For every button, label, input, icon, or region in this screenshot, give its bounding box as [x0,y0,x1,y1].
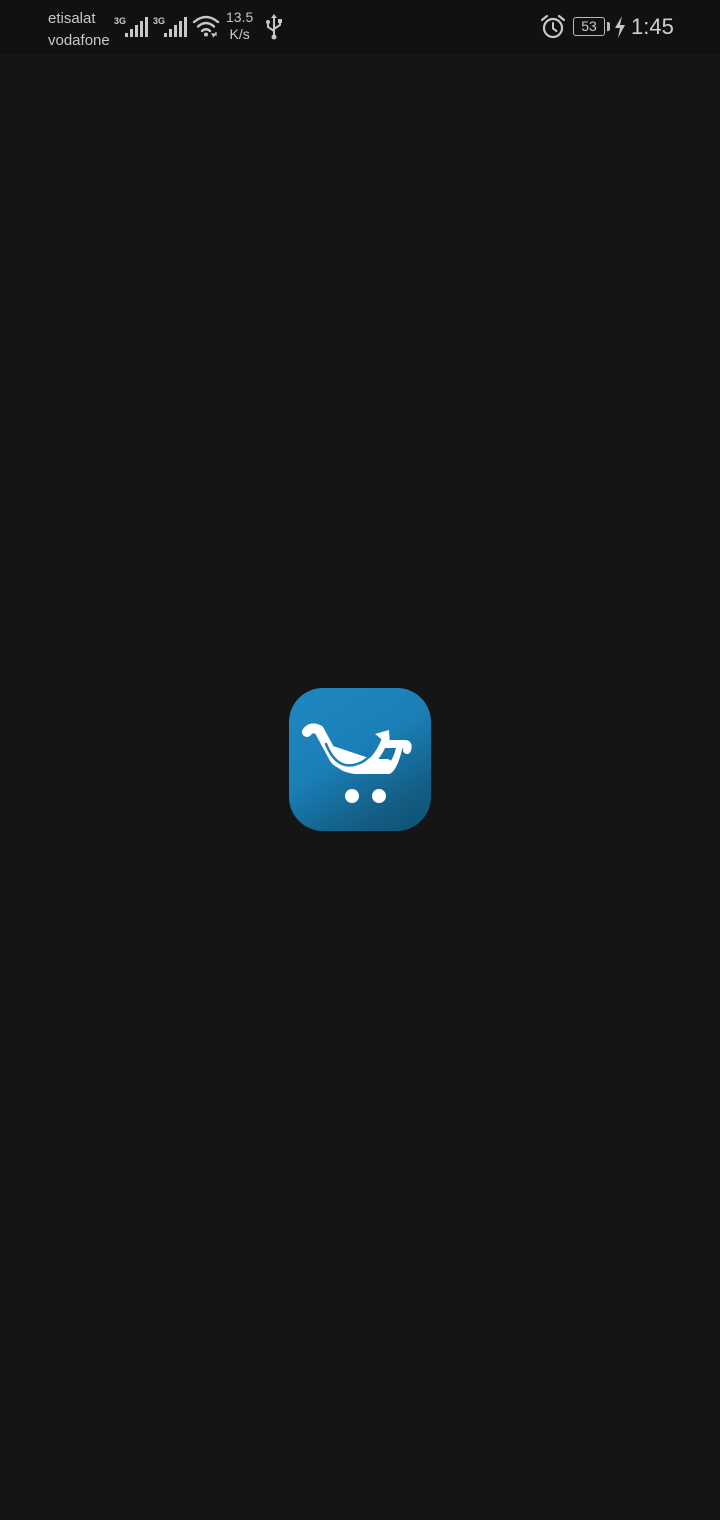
wifi-icon [192,14,220,43]
battery-tip [607,22,610,31]
battery-icon: 53 [573,17,605,36]
shopping-cart-arrow-icon [302,723,412,803]
usb-icon [265,14,283,45]
carrier-names: etisalat vodafone [48,8,110,52]
status-bar: etisalat vodafone 3G 3G 13.5 K/s 53 1:45 [0,0,720,54]
splash-screen: etisalat vodafone 3G 3G 13.5 K/s 53 1:45 [0,0,720,1520]
app-logo [289,688,431,831]
status-time: 1:45 [631,14,674,39]
alarm-icon [540,14,566,45]
battery-level: 53 [581,18,597,34]
network-speed: 13.5 K/s [226,9,253,43]
carrier-1-label: etisalat [48,10,96,27]
network-speed-unit: K/s [229,26,250,42]
network-speed-value: 13.5 [226,9,254,25]
charging-icon [614,16,626,43]
carrier-2-label: vodafone [48,32,110,49]
